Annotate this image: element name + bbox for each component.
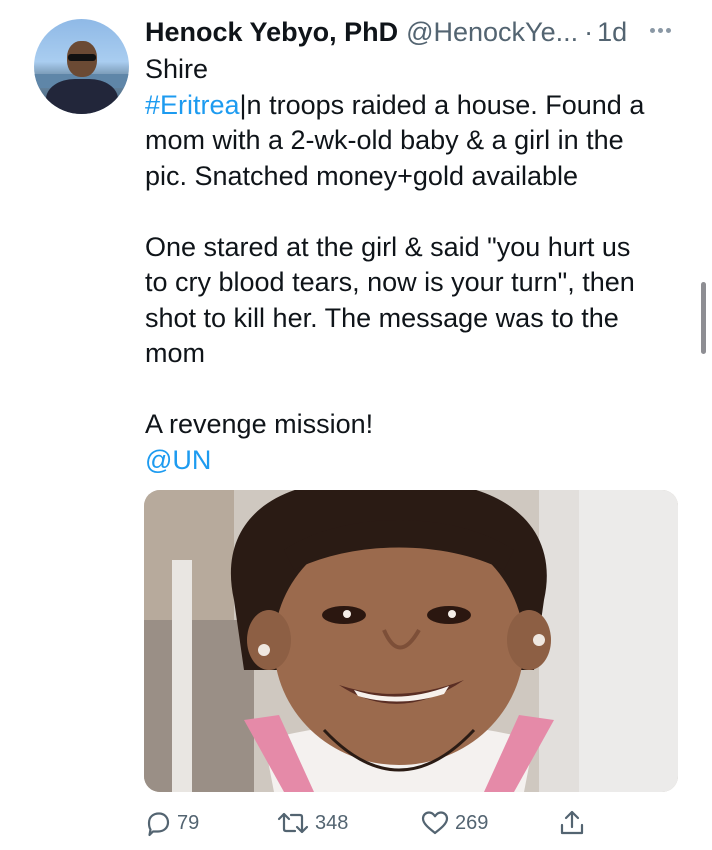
- tweet-text-segment: Shire: [145, 54, 209, 84]
- retweet-count: 348: [315, 811, 349, 834]
- avatar-figure-body: [46, 79, 118, 114]
- author-handle[interactable]: @HenockYe...: [406, 17, 578, 48]
- tweet-text-line: mom with a 2-wk-old baby & a girl in the: [145, 123, 685, 159]
- mention-link[interactable]: @UN: [145, 445, 211, 475]
- time-separator: ·: [584, 16, 594, 47]
- tweet-photo[interactable]: [144, 490, 678, 792]
- reply-icon: [147, 812, 170, 837]
- share-button[interactable]: [558, 808, 586, 838]
- paragraph-break: [145, 372, 685, 408]
- reply-button[interactable]: 79: [144, 808, 199, 838]
- more-options-icon[interactable]: [648, 20, 674, 40]
- hashtag-link[interactable]: #Eritrea: [145, 90, 240, 120]
- like-count: 269: [455, 811, 489, 834]
- tweet-text-line: to cry blood tears, now is your turn", t…: [145, 265, 685, 301]
- author-name[interactable]: Henock Yebyo, PhD: [145, 17, 398, 48]
- tweet-text-line: A revenge mission!: [145, 407, 685, 443]
- tweet-text-segment: shot to kill her. The message was to the: [145, 302, 619, 333]
- tweet-text-segment: mom with a 2-wk-old baby & a girl in the: [145, 125, 624, 155]
- tweet-text-line: One stared at the girl & said "you hurt …: [145, 230, 685, 266]
- like-button[interactable]: 269: [420, 808, 488, 838]
- retweet-icon: [277, 812, 309, 834]
- tweet[interactable]: Henock Yebyo, PhD @HenockYe... · 1d Shir…: [0, 0, 712, 850]
- photo-girl-smiling: [144, 490, 678, 792]
- avatar[interactable]: [34, 19, 129, 114]
- tweet-text-segment: A revenge mission!: [145, 409, 374, 439]
- tweet-timestamp[interactable]: 1d: [597, 17, 627, 48]
- tweet-text-line: mom: [145, 336, 685, 372]
- tweet-text-line: Shire: [145, 52, 685, 88]
- tweet-text-line: shot to kill her. The message was to the: [145, 301, 685, 337]
- tweet-text-segment: to cry blood tears, now is your turn", t…: [145, 267, 635, 297]
- tweet-text-line: @UN: [145, 443, 685, 479]
- tweet-actions: 79 348 269: [0, 802, 712, 844]
- tweet-text-segment: |n troops raided a house. Found a: [239, 89, 645, 120]
- tweet-header: Henock Yebyo, PhD @HenockYe... · 1d: [145, 12, 685, 52]
- tweet-text-segment: mom: [145, 338, 205, 368]
- tweet-text: Shire #Eritrea|n troops raided a house. F…: [145, 52, 685, 478]
- tweet-text-line: #Eritrea|n troops raided a house. Found …: [145, 88, 685, 124]
- share-icon: [560, 810, 584, 835]
- tweet-text-segment: pic. Snatched money+gold available: [145, 160, 579, 191]
- retweet-button[interactable]: 348: [276, 808, 348, 838]
- scrollbar[interactable]: [701, 282, 706, 354]
- heart-icon: [421, 811, 449, 835]
- reply-count: 79: [177, 811, 200, 834]
- avatar-sunglasses: [68, 54, 96, 61]
- tweet-text-line: pic. Snatched money+gold available: [145, 159, 685, 195]
- paragraph-break: [145, 194, 685, 230]
- tweet-text-segment: One stared at the girl & said "you hurt …: [145, 231, 631, 262]
